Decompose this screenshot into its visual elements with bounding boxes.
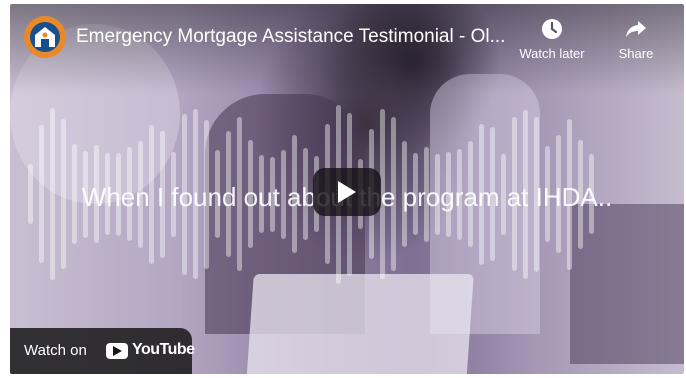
channel-logo-house-icon <box>30 22 60 52</box>
play-button[interactable] <box>313 168 381 216</box>
youtube-wordmark: YouTube <box>132 341 195 358</box>
share-arrow-icon <box>623 16 649 42</box>
clock-icon <box>539 16 565 42</box>
watch-on-youtube-button[interactable]: Watch on YouTube <box>10 328 195 374</box>
video-title[interactable]: Emergency Mortgage Assistance Testimonia… <box>76 26 516 48</box>
channel-avatar[interactable] <box>24 16 66 58</box>
watch-later-label: Watch later <box>519 46 585 61</box>
watch-on-label: Watch on <box>24 342 87 359</box>
watch-later-button[interactable]: Watch later <box>508 16 596 61</box>
video-player[interactable]: Emergency Mortgage Assistance Testimonia… <box>10 4 684 374</box>
share-label: Share <box>618 46 654 61</box>
play-icon <box>338 181 356 203</box>
youtube-logo-icon <box>106 343 128 359</box>
share-button[interactable]: Share <box>608 16 664 61</box>
